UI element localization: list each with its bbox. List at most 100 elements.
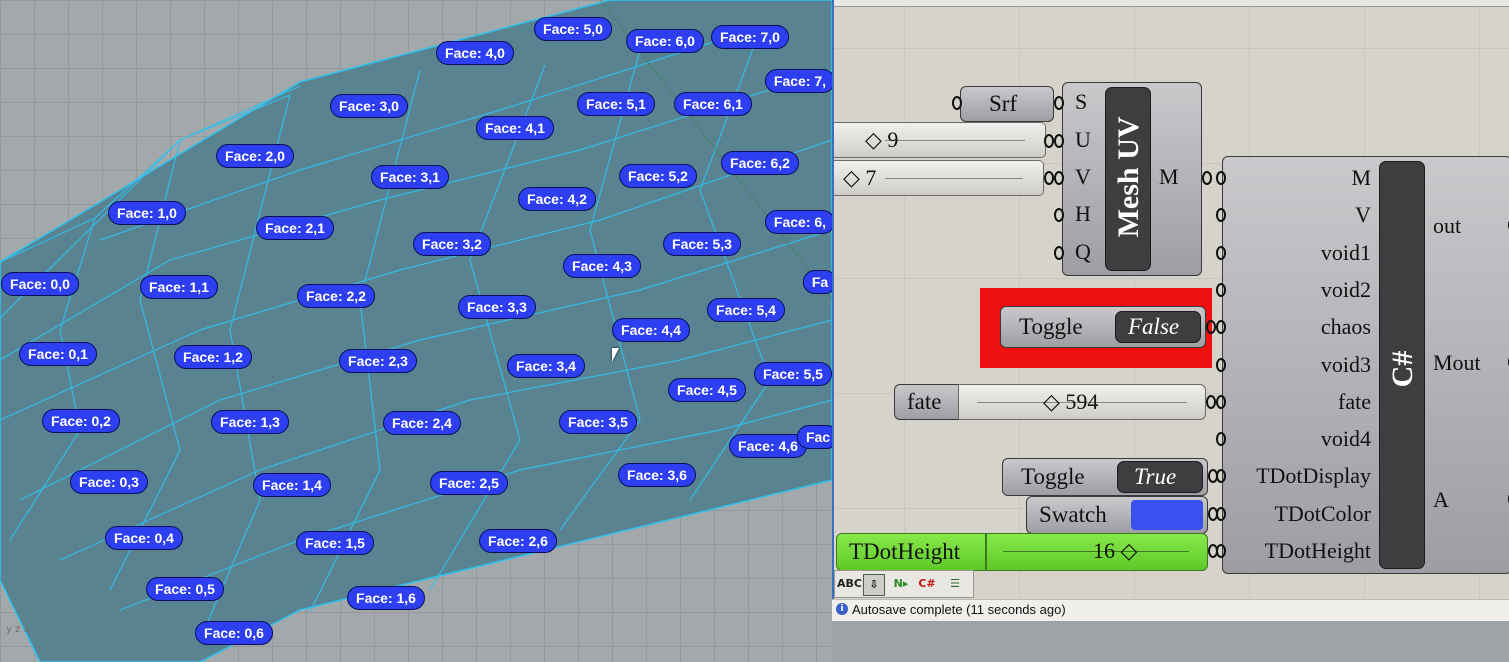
csharp-component[interactable]: C# M Vvoid1 void2 chaos void3 fate void4 TDotDi…	[1222, 156, 1509, 574]
face-text-dot: Face: 7,	[764, 69, 832, 93]
srf-label: Srf	[989, 91, 1018, 116]
face-text-dot: Face: 4,2	[518, 187, 596, 211]
swatch-grip[interactable]	[1208, 507, 1218, 521]
meshuv-grip-q[interactable]	[1054, 246, 1064, 260]
tdotheight-slider[interactable]: TDotHeight 16 ◇	[836, 533, 1208, 571]
csharp-grip-m[interactable]	[1216, 171, 1226, 185]
slider-u-value: ◇ 9	[865, 127, 899, 152]
toggle-true-grip[interactable]	[1208, 469, 1218, 483]
csharp-input-void3: void3	[1320, 351, 1371, 377]
face-text-dot: Face: 0,3	[70, 470, 148, 494]
face-text-dot: Face: 6,0	[626, 29, 704, 53]
meshuv-output-m: M	[1159, 164, 1179, 189]
toggle-false-value-box[interactable]: False	[1115, 311, 1201, 343]
csharp-input-tdotheight: TDotHeight	[1264, 538, 1371, 563]
meshuv-grip-s[interactable]	[1054, 96, 1064, 110]
face-text-dot: Face: 6,2	[721, 151, 799, 175]
face-text-dot: Face: 0,4	[105, 526, 183, 550]
face-text-dot: Face: 2,6	[479, 529, 557, 553]
face-text-dot: Face: 5,4	[707, 298, 785, 322]
meshuv-grip-h[interactable]	[1054, 208, 1064, 222]
face-text-dot: Face: 1,1	[140, 275, 218, 299]
face-text-dot: Face: 1,2	[174, 345, 252, 369]
fate-slider-label-box[interactable]: fate	[894, 384, 960, 420]
csharp-input-fate: fate	[1338, 388, 1371, 414]
swatch[interactable]: Swatch	[1026, 496, 1208, 534]
face-text-dot: Face: 3,6	[618, 463, 696, 487]
toggle-false-grip[interactable]	[1206, 320, 1216, 334]
slider-v-grip[interactable]	[1044, 171, 1054, 185]
slider-v-value: ◇ 7	[843, 165, 877, 190]
mesh-uv-title-bar: Mesh UV	[1105, 87, 1151, 271]
toggle-true-value: True	[1134, 464, 1177, 489]
toggle-true-label: Toggle	[1021, 464, 1085, 489]
fate-slider-grip[interactable]	[1206, 395, 1216, 409]
face-text-dot: Face: 3,4	[507, 354, 585, 378]
csharp-grip-void3[interactable]	[1216, 357, 1226, 372]
face-text-dot: Face: 5,3	[663, 232, 741, 256]
slider-v[interactable]: ◇ 7	[834, 160, 1044, 196]
face-text-dot: Face: 1,5	[296, 531, 374, 555]
slider-u-grip[interactable]	[1044, 134, 1054, 148]
face-text-dot: Face: 5,0	[534, 17, 612, 41]
srf-input-grip[interactable]	[952, 96, 962, 110]
align-icon[interactable]: ☰	[945, 574, 965, 594]
tdotheight-grip[interactable]	[1208, 544, 1218, 558]
face-text-dot: Face: 2,3	[339, 349, 417, 373]
canvas-toolbar: ABC ⇩ N▸ C# ☰	[834, 570, 974, 598]
csharp-input-tdotcolor: TDotColor	[1274, 500, 1371, 526]
face-text-dot: Face: 2,0	[216, 144, 294, 168]
face-text-dot: Face: 2,5	[430, 471, 508, 495]
face-text-dot: Face: 0,5	[146, 577, 224, 601]
mesh-uv-component[interactable]: Mesh UV S U V H Q M	[1062, 82, 1202, 276]
swatch-color-box[interactable]	[1131, 500, 1203, 530]
tdotheight-slider-value: 16 ◇	[1093, 538, 1138, 563]
toggle-true-value-box[interactable]: True	[1117, 461, 1203, 493]
face-text-dot: Face: 3,1	[371, 165, 449, 189]
csharp-input-m: M	[1351, 165, 1371, 190]
face-text-dot: Face: 5,5	[754, 362, 832, 386]
face-text-dot: Fa	[802, 270, 832, 294]
mesh-uv-title: Mesh UV	[1112, 116, 1145, 238]
face-text-dot: Face: 2,2	[297, 284, 375, 308]
fate-slider[interactable]: ◇ 594	[958, 384, 1206, 420]
toggle-false[interactable]: Toggle False	[1000, 306, 1206, 348]
fate-slider-value: ◇ 594	[1043, 389, 1099, 414]
srf-param[interactable]: Srf	[960, 86, 1054, 122]
face-text-dot: Face: 0,2	[42, 409, 120, 433]
csharp-grip-void2[interactable]	[1216, 282, 1226, 297]
csharp-grip-void1[interactable]	[1216, 245, 1226, 260]
meshuv-grip-m-out[interactable]	[1202, 171, 1212, 185]
csharp-input-void1: void1	[1320, 239, 1371, 265]
fate-slider-label: fate	[907, 389, 942, 414]
csharp-icon[interactable]: C#	[917, 574, 937, 594]
swatch-label: Swatch	[1039, 502, 1107, 527]
meshuv-grip-v[interactable]	[1054, 171, 1064, 185]
csharp-output-mout: Mout	[1433, 350, 1481, 375]
face-text-dot: Face: 5,1	[577, 92, 655, 116]
slider-u[interactable]: ◇ 9	[834, 122, 1046, 158]
meshuv-input-s: S	[1075, 89, 1088, 114]
csharp-input-chaos: chaos	[1320, 314, 1371, 340]
meshuv-input-q: Q	[1075, 239, 1091, 264]
face-text-dot: Face: 6,1	[674, 92, 752, 116]
toggle-true[interactable]: Toggle True	[1002, 458, 1208, 496]
download-icon[interactable]: ⇩	[863, 574, 885, 596]
csharp-grip-void4[interactable]	[1216, 432, 1226, 447]
face-text-dot: Face: 3,2	[413, 232, 491, 256]
grasshopper-canvas[interactable]: Srf ◇ 9 ◇ 7 Mesh UV S U V H Q M Toggle F…	[832, 0, 1509, 620]
node-icon[interactable]: N▸	[891, 574, 911, 594]
toggle-false-value: False	[1128, 314, 1180, 339]
face-text-dot: Face: 4,5	[668, 378, 746, 402]
face-text-dot: Face: 1,3	[211, 410, 289, 434]
csharp-output-a: A	[1433, 487, 1449, 512]
meshuv-grip-u[interactable]	[1054, 134, 1064, 148]
face-text-dot: Face: 0,1	[19, 342, 97, 366]
abc-icon[interactable]: ABC	[837, 574, 862, 594]
mouse-cursor	[612, 348, 619, 362]
csharp-grip-fate[interactable]	[1216, 394, 1226, 409]
meshuv-input-v: V	[1075, 164, 1091, 189]
csharp-input-void2: void2	[1320, 276, 1371, 302]
face-text-dot: Face: 4,6	[729, 434, 807, 458]
rhino-viewport[interactable]: Face: 0,0 Face: 0,1 Face: 0,2 Face: 0,3 Face…	[0, 0, 832, 662]
